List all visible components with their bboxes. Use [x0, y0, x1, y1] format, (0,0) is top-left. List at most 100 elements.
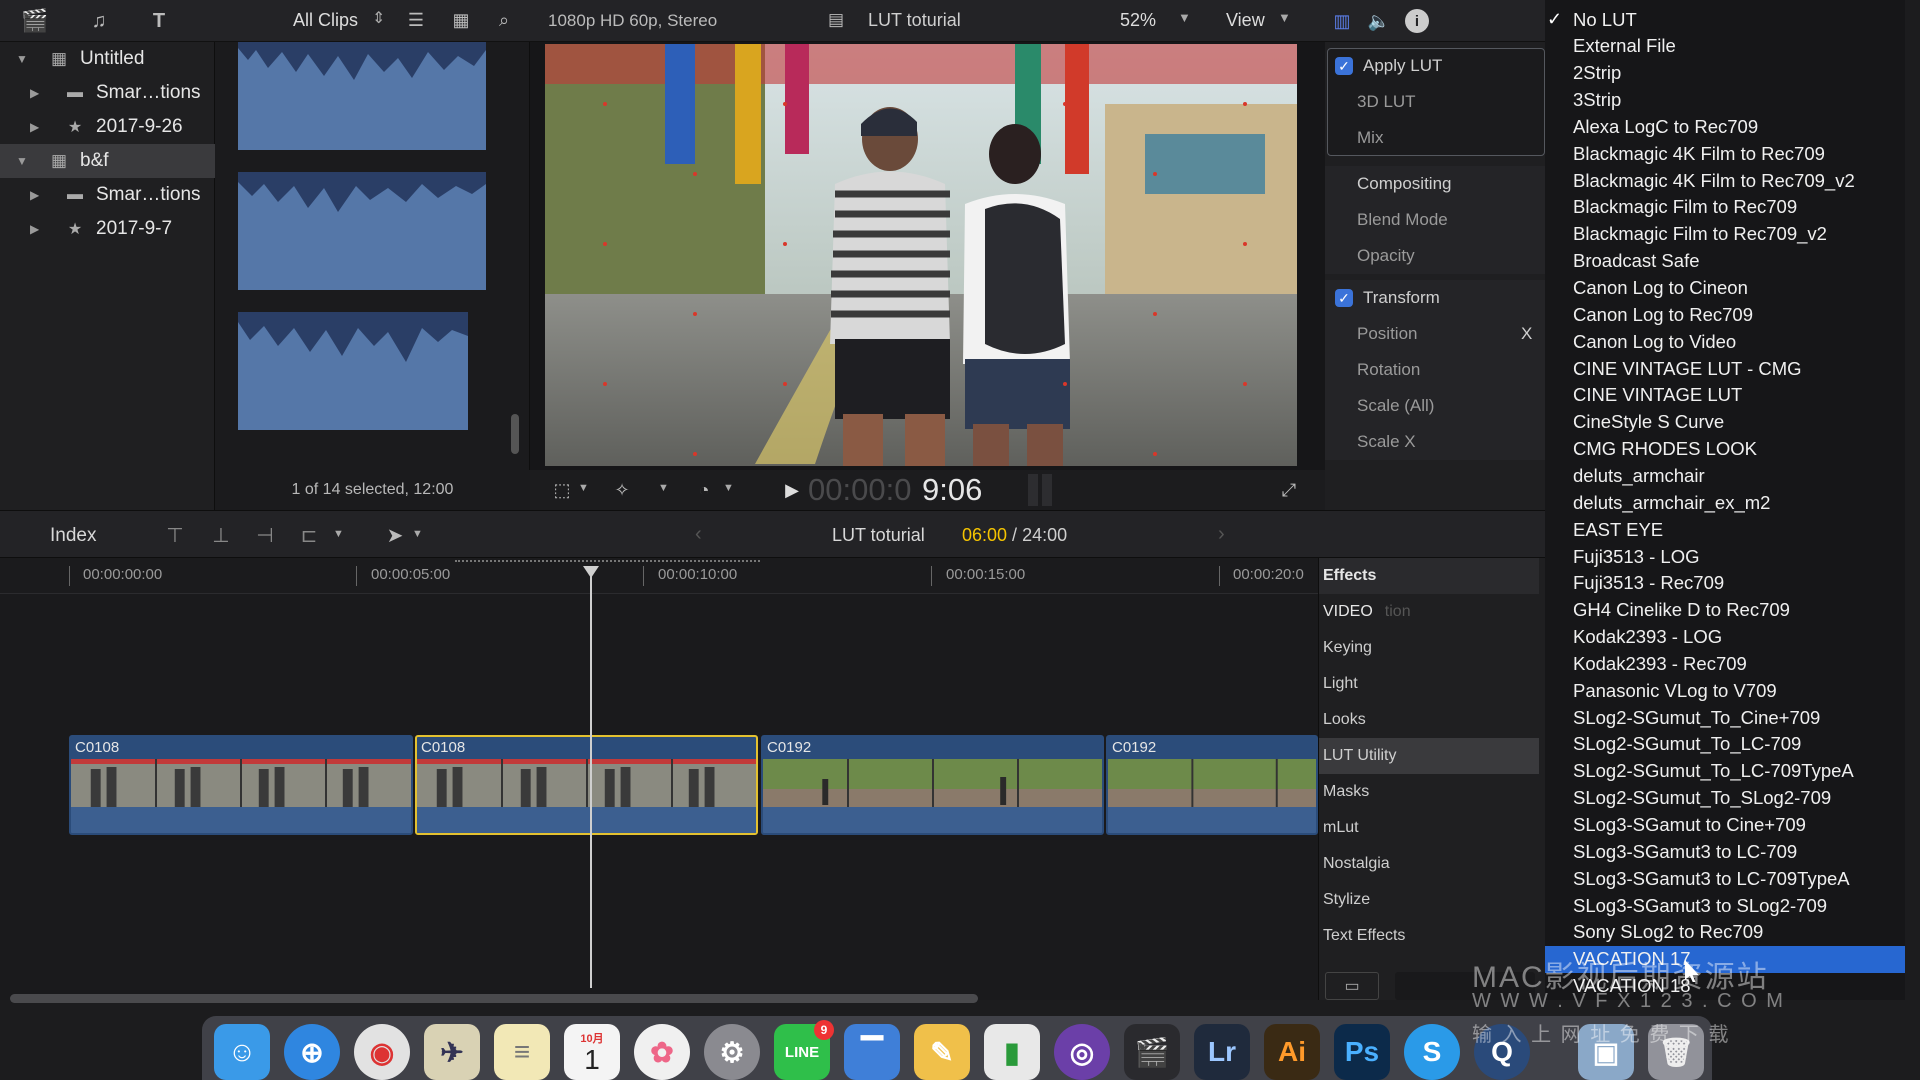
- illustrator-icon[interactable]: Ai: [1264, 1024, 1320, 1080]
- lut-menu-item[interactable]: SLog3-SGamut3 to LC-709: [1545, 838, 1905, 865]
- zoom-dropdown[interactable]: 52%: [1120, 10, 1156, 31]
- notes-icon[interactable]: ≡: [494, 1024, 550, 1080]
- line-icon[interactable]: LINE 9: [774, 1020, 834, 1080]
- clip-thumbnail[interactable]: [238, 312, 468, 430]
- library-item[interactable]: ▼ ▦ Untitled: [0, 42, 215, 76]
- connect-clip-icon[interactable]: ⊤: [162, 523, 188, 547]
- skype-icon[interactable]: S: [1404, 1024, 1460, 1080]
- video-frame[interactable]: [545, 44, 1297, 466]
- lut-menu-item[interactable]: Kodak2393 - Rec709: [1545, 650, 1905, 677]
- library-item[interactable]: ▶ ▬ Smar…tions: [0, 178, 215, 212]
- photos-icon[interactable]: ✿: [634, 1024, 690, 1080]
- library-item[interactable]: ▼ ▦ b&f: [0, 144, 215, 178]
- transform-row[interactable]: ✓ Transform: [1325, 280, 1545, 316]
- index-button[interactable]: Index: [50, 525, 96, 547]
- lut-menu-item[interactable]: SLog3-SGamut3 to LC-709TypeA: [1545, 865, 1905, 892]
- chrome-icon[interactable]: ◉: [354, 1024, 410, 1080]
- position-row[interactable]: Position X: [1325, 316, 1545, 352]
- chevron-down-icon[interactable]: ▼: [723, 482, 734, 494]
- transform-checkbox[interactable]: ✓: [1335, 289, 1353, 307]
- lut-menu-item[interactable]: Blackmagic Film to Rec709: [1545, 194, 1905, 221]
- lut-menu-item[interactable]: Sony SLog2 to Rec709: [1545, 919, 1905, 946]
- lut-menu-item[interactable]: Blackmagic Film to Rec709_v2: [1545, 221, 1905, 248]
- finder-icon[interactable]: ☺: [214, 1024, 270, 1080]
- lut-menu-item[interactable]: SLog2-SGumut_To_SLog2-709: [1545, 785, 1905, 812]
- library-item[interactable]: ▶ ★ 2017-9-26: [0, 110, 215, 144]
- retime-speedometer-icon[interactable]: ◔: [692, 479, 716, 501]
- compositing-header[interactable]: Compositing: [1325, 166, 1545, 202]
- effect-category[interactable]: Masks: [1319, 774, 1539, 810]
- disclosure-open-icon[interactable]: ▼: [16, 154, 30, 168]
- photos-audio-icon[interactable]: ♫: [86, 8, 112, 34]
- chevron-down-icon[interactable]: ▼: [658, 482, 669, 494]
- lut-menu-item[interactable]: 3Strip: [1545, 87, 1905, 114]
- chevron-down-icon[interactable]: ▼: [1278, 10, 1291, 25]
- timeline-clip[interactable]: C0192: [1106, 735, 1318, 835]
- next-edit-icon[interactable]: ›: [1218, 523, 1225, 546]
- transform-tool-icon[interactable]: ⬚: [550, 479, 574, 501]
- safari-icon[interactable]: ⊕: [284, 1024, 340, 1080]
- opacity-row[interactable]: Opacity: [1325, 238, 1545, 274]
- lut-menu-item[interactable]: Panasonic VLog to V709: [1545, 677, 1905, 704]
- view-menu[interactable]: View: [1226, 10, 1265, 31]
- chevron-updown-icon[interactable]: ⇕: [372, 8, 385, 28]
- timeline-clip[interactable]: C0192: [761, 735, 1104, 835]
- chevron-down-icon[interactable]: ▼: [578, 482, 589, 494]
- lut-menu-item[interactable]: Canon Log to Video: [1545, 328, 1905, 355]
- lut-menu-item[interactable]: GH4 Cinelike D to Rec709: [1545, 597, 1905, 624]
- lut-menu-item[interactable]: Blackmagic 4K Film to Rec709: [1545, 140, 1905, 167]
- keynote-icon[interactable]: ▔: [844, 1024, 900, 1080]
- timeline-clip[interactable]: C0108: [69, 735, 413, 835]
- effect-category[interactable]: Keying: [1319, 630, 1539, 666]
- lut-menu-item[interactable]: SLog3-SGamut3 to SLog2-709: [1545, 892, 1905, 919]
- playhead[interactable]: [590, 568, 592, 988]
- numbers-icon[interactable]: ▮: [984, 1024, 1040, 1080]
- timeline-clip-selected[interactable]: C0108: [415, 735, 758, 835]
- search-icon[interactable]: ⌕: [493, 9, 515, 31]
- lut-menu-item[interactable]: ✓ No LUT: [1545, 6, 1905, 33]
- lut-menu-item[interactable]: External File: [1545, 33, 1905, 60]
- lut-menu-item[interactable]: 2Strip: [1545, 60, 1905, 87]
- effect-category[interactable]: Stylize: [1319, 882, 1539, 918]
- clip-thumbnail[interactable]: [238, 42, 486, 150]
- blend-mode-row[interactable]: Blend Mode: [1325, 202, 1545, 238]
- lut-menu-item[interactable]: Fuji3513 - LOG: [1545, 543, 1905, 570]
- pages-icon[interactable]: ✎: [914, 1024, 970, 1080]
- disclosure-closed-icon[interactable]: ▶: [30, 222, 44, 236]
- previous-edit-icon[interactable]: ‹: [695, 523, 702, 546]
- disclosure-open-icon[interactable]: ▼: [16, 52, 30, 66]
- disclosure-closed-icon[interactable]: ▶: [30, 120, 44, 134]
- info-icon[interactable]: i: [1405, 9, 1429, 33]
- 3d-lut-row[interactable]: 3D LUT: [1325, 84, 1545, 120]
- clapper-icon[interactable]: 🎬: [21, 8, 48, 34]
- rotation-row[interactable]: Rotation: [1325, 352, 1545, 388]
- lut-menu-item[interactable]: SLog2-SGumut_To_LC-709: [1545, 731, 1905, 758]
- insert-clip-icon[interactable]: ⊥: [208, 523, 234, 547]
- clip-filter-dropdown[interactable]: All Clips: [293, 10, 358, 31]
- effect-category[interactable]: mLut: [1319, 810, 1539, 846]
- final-cut-icon[interactable]: 🎬: [1124, 1024, 1180, 1080]
- timeline-scrollbar[interactable]: [10, 994, 978, 1003]
- lut-menu-item[interactable]: Blackmagic 4K Film to Rec709_v2: [1545, 167, 1905, 194]
- play-icon[interactable]: ▶: [780, 478, 804, 502]
- lut-menu-item[interactable]: Fuji3513 - Rec709: [1545, 570, 1905, 597]
- photoshop-icon[interactable]: Ps: [1334, 1024, 1390, 1080]
- lut-menu-item[interactable]: deluts_armchair_ex_m2: [1545, 489, 1905, 516]
- preview-icon[interactable]: ✈: [424, 1024, 480, 1080]
- browser-scrollbar[interactable]: [511, 414, 519, 454]
- lut-menu-item[interactable]: EAST EYE: [1545, 516, 1905, 543]
- scale-all-row[interactable]: Scale (All): [1325, 388, 1545, 424]
- fullscreen-icon[interactable]: ⤢: [1277, 478, 1301, 502]
- enhance-wand-icon[interactable]: ✧: [610, 479, 634, 501]
- lut-menu-item[interactable]: Alexa LogC to Rec709: [1545, 113, 1905, 140]
- chevron-down-icon[interactable]: ▼: [1178, 10, 1191, 25]
- lut-menu-item[interactable]: Kodak2393 - LOG: [1545, 624, 1905, 651]
- apply-lut-row[interactable]: ✓ Apply LUT: [1325, 48, 1545, 84]
- lut-menu-item[interactable]: Canon Log to Cineon: [1545, 275, 1905, 302]
- lut-menu-item[interactable]: SLog2-SGumut_To_Cine+709: [1545, 704, 1905, 731]
- speaker-icon[interactable]: 🔈: [1367, 9, 1391, 33]
- clip-thumbnail[interactable]: [238, 172, 486, 290]
- disclosure-closed-icon[interactable]: ▶: [30, 86, 44, 100]
- lut-menu-item[interactable]: deluts_armchair: [1545, 462, 1905, 489]
- mix-row[interactable]: Mix: [1325, 120, 1545, 156]
